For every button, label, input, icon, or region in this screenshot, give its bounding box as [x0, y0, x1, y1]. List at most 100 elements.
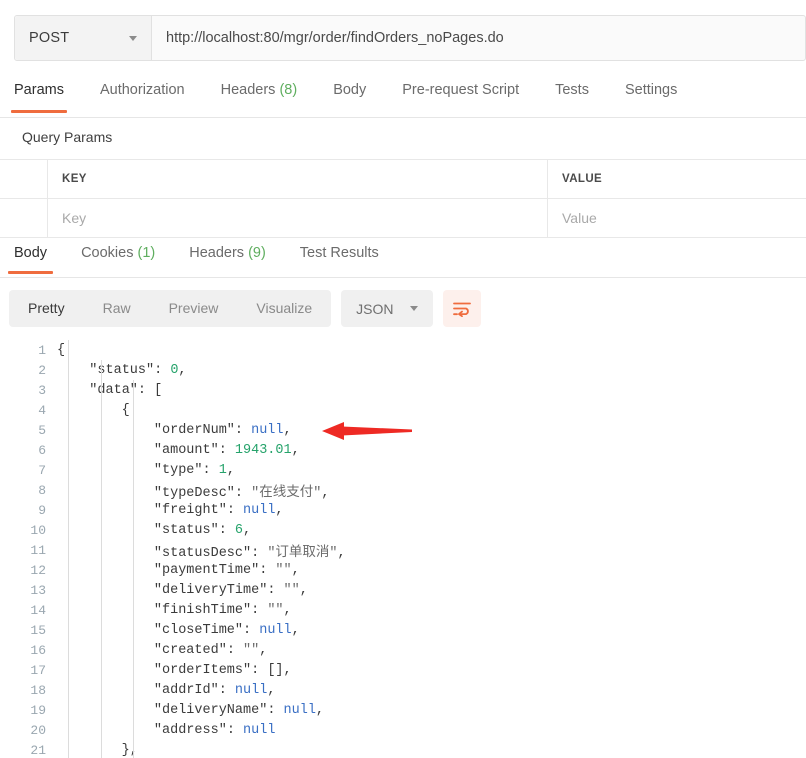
indent-guide [101, 360, 102, 758]
tab-authorization[interactable]: Authorization [100, 82, 185, 111]
response-tab-headers-label: Headers [189, 245, 245, 261]
text-wrap-icon [452, 302, 471, 317]
code-line: 16 "created": "", [0, 640, 806, 660]
code-token: null [234, 682, 268, 698]
code-line: 17 "orderItems": [], [0, 660, 806, 680]
code-token: , [315, 702, 325, 718]
tab-body[interactable]: Body [333, 82, 366, 111]
code-token: "" [243, 642, 260, 658]
row-value-cell[interactable]: Value [548, 199, 806, 237]
response-format-dropdown[interactable]: JSON [341, 290, 433, 327]
code-line-text: "orderItems": [], [154, 663, 292, 678]
line-number: 7 [38, 462, 46, 478]
response-view-toolbar: Pretty Raw Preview Visualize JSON [9, 290, 481, 327]
code-line-text: "deliveryTime": "", [154, 583, 308, 598]
code-token: "data" [89, 382, 138, 398]
row-checkbox-cell[interactable] [0, 199, 48, 237]
view-mode-group: Pretty Raw Preview Visualize [9, 290, 332, 327]
code-token: null [283, 702, 316, 718]
code-line: 19 "deliveryName": null, [0, 700, 806, 720]
annotation-arrow-icon [322, 422, 412, 440]
code-token: , [283, 662, 292, 678]
code-line: 21}, [0, 740, 806, 758]
line-number: 17 [30, 662, 46, 678]
code-line: 4{ [0, 400, 806, 420]
column-header-value: VALUE [562, 173, 603, 185]
code-line: 11 "statusDesc": "订单取消", [0, 540, 806, 561]
code-token: "status" [89, 362, 155, 378]
table-row[interactable]: Key Value [0, 199, 806, 238]
code-token: : [251, 602, 268, 618]
view-mode-visualize[interactable]: Visualize [237, 290, 331, 327]
line-number: 11 [30, 542, 46, 558]
request-tabs: Params Authorization Headers (8) Body Pr… [0, 76, 806, 118]
text-wrap-toggle-button[interactable] [442, 290, 481, 327]
code-token: "在线支付" [251, 485, 322, 501]
view-mode-preview[interactable]: Preview [150, 290, 238, 327]
code-line-text: }, [122, 743, 138, 758]
view-mode-pretty[interactable]: Pretty [9, 290, 84, 327]
code-line-text: "freight": null, [154, 503, 284, 518]
code-token: : [137, 382, 155, 398]
code-token: , [321, 485, 330, 501]
code-line-text: "closeTime": null, [154, 623, 300, 638]
code-token: }, [121, 742, 138, 758]
code-token: { [121, 402, 130, 418]
line-number: 21 [30, 742, 46, 758]
code-token: : [243, 622, 260, 638]
http-method-dropdown[interactable]: POST [15, 16, 152, 60]
header-checkbox-cell [0, 160, 48, 198]
view-mode-raw[interactable]: Raw [84, 290, 150, 327]
response-tab-test-results[interactable]: Test Results [294, 245, 385, 272]
line-number: 19 [30, 702, 46, 718]
line-number: 1 [38, 342, 46, 358]
code-token: : [218, 682, 235, 698]
code-token: : [267, 702, 284, 718]
code-token: "status" [153, 522, 219, 538]
code-token: : [234, 422, 252, 438]
code-line: 13 "deliveryTime": "", [0, 580, 806, 600]
row-key-cell[interactable]: Key [48, 199, 548, 237]
tab-settings[interactable]: Settings [625, 82, 677, 111]
code-token: "订单取消" [267, 545, 338, 561]
header-key-cell: KEY [48, 160, 548, 198]
response-tab-test-results-label: Test Results [299, 245, 379, 261]
line-number: 20 [30, 722, 46, 738]
code-token: "closeTime" [153, 622, 244, 638]
code-line-text: "deliveryName": null, [154, 703, 324, 718]
code-line-text: "amount": 1943.01, [154, 443, 300, 458]
code-token: : [251, 662, 268, 678]
code-line: 20 "address": null [0, 720, 806, 740]
header-value-cell: VALUE [548, 160, 806, 198]
tab-tests-label: Tests [555, 82, 589, 98]
tab-settings-label: Settings [624, 82, 678, 98]
code-token: , [267, 682, 276, 698]
code-token: : [226, 502, 244, 518]
chevron-down-icon [409, 306, 418, 311]
code-line-text: "status": 6, [154, 523, 251, 538]
code-line: 6 "amount": 1943.01, [0, 440, 806, 460]
code-line: 18 "addrId": null, [0, 680, 806, 700]
code-token: "freight" [153, 502, 227, 518]
response-tab-cookies[interactable]: Cookies (1) [75, 245, 161, 272]
response-tab-body[interactable]: Body [8, 245, 54, 274]
tab-headers[interactable]: Headers (8) [221, 82, 298, 111]
code-token: "address" [153, 722, 227, 738]
tab-tests[interactable]: Tests [555, 82, 589, 111]
key-input-placeholder: Key [62, 210, 87, 226]
code-token: "deliveryName" [153, 702, 268, 718]
tab-params-label: Params [14, 82, 64, 98]
code-token: , [291, 442, 300, 458]
tab-pre-request-script[interactable]: Pre-request Script [402, 82, 519, 111]
code-token: , [275, 502, 284, 518]
response-tab-body-label: Body [14, 245, 48, 261]
code-token: : [218, 442, 235, 458]
response-body-code[interactable]: 1{2 "status": 0, 3 "data": [4{5 "orderNum": … [0, 340, 806, 758]
code-token: "statusDesc" [153, 545, 252, 561]
tab-params[interactable]: Params [11, 82, 67, 113]
line-number: 10 [30, 522, 46, 538]
indent-guide [68, 340, 69, 758]
code-line-text: "orderNum": null, [154, 423, 292, 438]
url-input[interactable]: http://localhost:80/mgr/order/findOrders… [152, 16, 805, 60]
response-tab-headers[interactable]: Headers (9) [183, 245, 272, 272]
